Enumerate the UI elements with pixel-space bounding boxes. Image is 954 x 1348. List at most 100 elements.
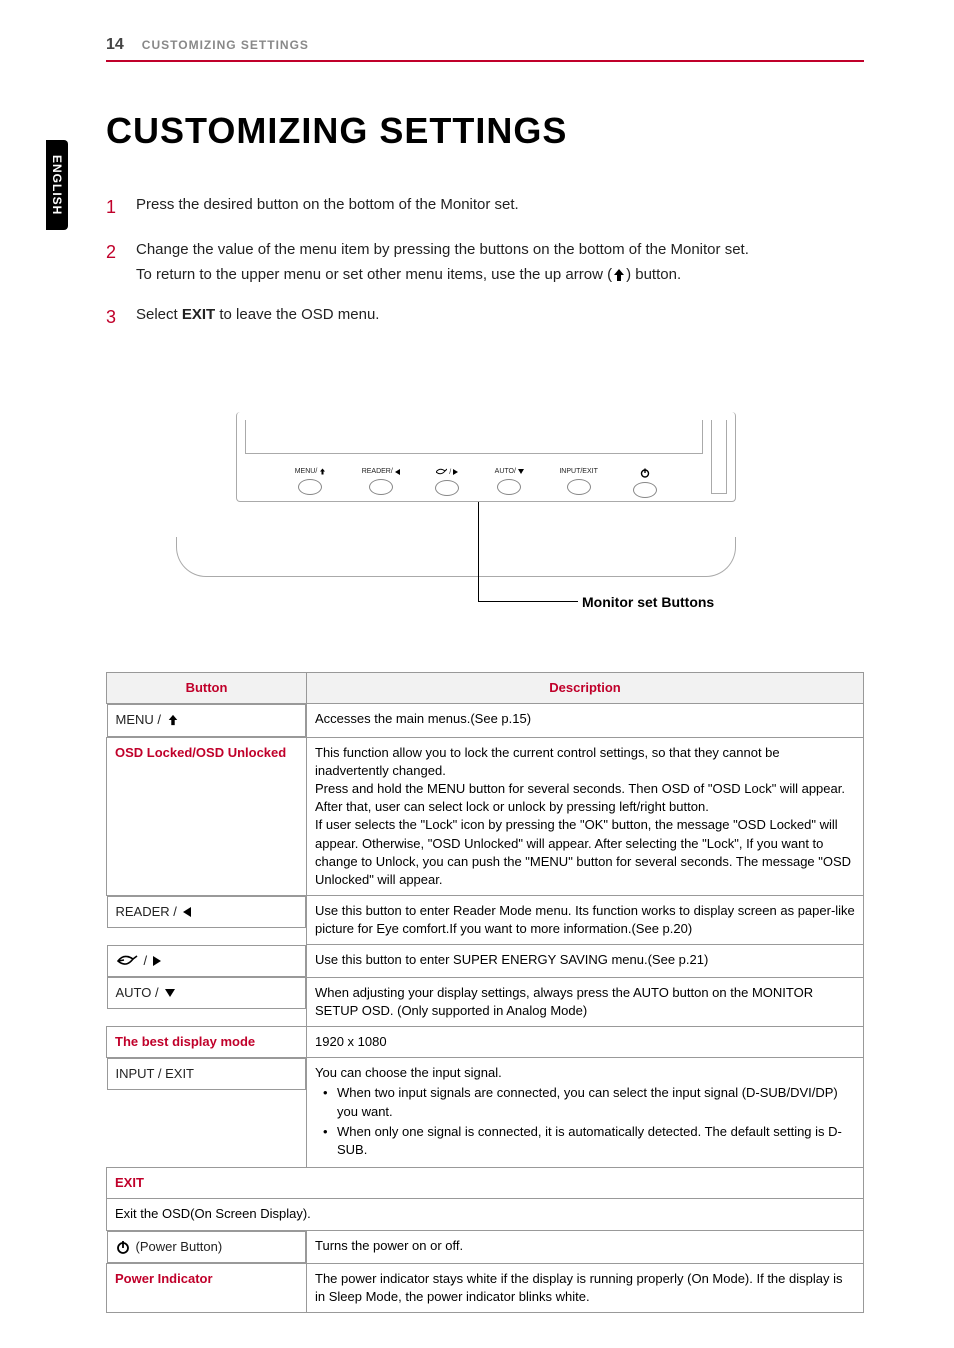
auto-button-figure: AUTO/ <box>495 468 524 498</box>
eco-desc: Use this button to enter SUPER ENERGY SA… <box>307 945 864 977</box>
eco-row-label: / <box>107 945 307 977</box>
reader-button-label: READER/ <box>362 468 400 475</box>
button-description-table: Button Description MENU / Accesses the m… <box>106 672 864 1313</box>
button-shape <box>435 480 459 496</box>
table-row: OSD Locked/OSD Unlocked This function al… <box>107 737 864 896</box>
page-content: CUSTOMIZING SETTINGS 1 Press the desired… <box>106 110 864 1313</box>
reader-button-figure: READER/ <box>362 468 400 498</box>
input-row-label: INPUT / EXIT <box>107 1058 307 1090</box>
table-row: EXIT <box>107 1168 864 1199</box>
table-row: AUTO / When adjusting your display setti… <box>107 977 864 1026</box>
exit-label: EXIT <box>107 1168 864 1199</box>
table-row: The best display mode 1920 x 1080 <box>107 1027 864 1058</box>
step-number: 2 <box>106 237 122 288</box>
power-indicator-desc: The power indicator stays white if the d… <box>307 1263 864 1312</box>
monitor-outline <box>176 537 736 577</box>
reader-row-label: READER / <box>107 896 307 928</box>
up-arrow-icon <box>167 714 179 726</box>
power-icon <box>640 468 650 478</box>
power-desc1: Turns the power on or off. <box>307 1230 864 1263</box>
osd-lock-desc: This function allow you to lock the curr… <box>307 737 864 896</box>
triangle-down-icon <box>518 469 524 474</box>
main-title: CUSTOMIZING SETTINGS <box>106 110 864 152</box>
table-header-row: Button Description <box>107 673 864 704</box>
callout-line-h <box>478 601 578 602</box>
step-3: 3 Select EXIT to leave the OSD menu. <box>106 302 864 333</box>
step-number: 3 <box>106 302 122 333</box>
up-arrow-icon <box>612 268 626 282</box>
header-section: CUSTOMIZING SETTINGS <box>142 38 309 52</box>
menu-button-figure: MENU/ <box>295 468 327 498</box>
leaf-icon <box>116 954 138 968</box>
best-mode-value: 1920 x 1080 <box>307 1027 864 1058</box>
auto-row-label: AUTO / <box>107 977 307 1009</box>
monitor-bezel: MENU/ READER/ / AUTO/ INPUT/EXIT <box>236 412 736 502</box>
triangle-down-icon <box>165 989 175 997</box>
list-item: When only one signal is connected, it is… <box>323 1123 855 1159</box>
step2-line2a: To return to the upper menu or set other… <box>136 266 612 283</box>
step2-line1: Change the value of the menu item by pre… <box>136 241 749 258</box>
osd-lock-label: OSD Locked/OSD Unlocked <box>107 737 307 896</box>
step3-bold: EXIT <box>182 306 215 323</box>
power-indicator-label: Power Indicator <box>107 1263 307 1312</box>
exit-desc: Exit the OSD(On Screen Display). <box>107 1199 864 1230</box>
step3-suffix: to leave the OSD menu. <box>215 306 379 323</box>
button-shape <box>633 482 657 498</box>
up-arrow-icon <box>319 468 326 475</box>
input-intro: You can choose the input signal. <box>315 1065 502 1080</box>
table-row: READER / Use this button to enter Reader… <box>107 896 864 945</box>
triangle-left-icon <box>395 469 400 475</box>
best-mode-label: The best display mode <box>107 1027 307 1058</box>
page-header: 14 CUSTOMIZING SETTINGS <box>106 36 864 62</box>
power-row-label: (Power Button) <box>107 1231 307 1263</box>
table-row: / Use this button to enter SUPER ENERGY … <box>107 945 864 977</box>
step-1: 1 Press the desired button on the bottom… <box>106 192 864 223</box>
input-bullets: When two input signals are connected, yo… <box>315 1084 855 1159</box>
menu-button-label: MENU/ <box>295 468 327 475</box>
header-button: Button <box>107 673 307 704</box>
auto-desc: When adjusting your display settings, al… <box>307 977 864 1026</box>
monitor-buttons-row: MENU/ READER/ / AUTO/ INPUT/EXIT <box>277 468 675 498</box>
eco-button-figure: / <box>435 468 459 498</box>
table-row: Power Indicator The power indicator stay… <box>107 1263 864 1312</box>
table-row: Exit the OSD(On Screen Display). <box>107 1199 864 1230</box>
step3-prefix: Select <box>136 306 182 323</box>
leaf-icon <box>436 468 447 476</box>
input-button-figure: INPUT/EXIT <box>559 468 598 498</box>
triangle-left-icon <box>183 907 191 917</box>
power-button-label <box>640 468 650 478</box>
input-button-label: INPUT/EXIT <box>559 468 598 475</box>
header-description: Description <box>307 673 864 704</box>
callout-line <box>478 502 479 602</box>
table-row: INPUT / EXIT You can choose the input si… <box>107 1058 864 1168</box>
table-row: MENU / Accesses the main menus.(See p.15… <box>107 704 864 737</box>
callout-label: Monitor set Buttons <box>582 594 714 610</box>
button-shape <box>497 479 521 495</box>
button-shape <box>369 479 393 495</box>
step-text: Select EXIT to leave the OSD menu. <box>136 302 864 333</box>
auto-button-label: AUTO/ <box>495 468 524 475</box>
list-item: When two input signals are connected, yo… <box>323 1084 855 1120</box>
power-button-figure <box>633 468 657 498</box>
bezel-side <box>711 420 727 494</box>
triangle-right-icon <box>153 956 161 966</box>
steps-list: 1 Press the desired button on the bottom… <box>106 192 864 332</box>
step2-line2b: ) button. <box>626 266 681 283</box>
bezel-inner <box>245 420 703 454</box>
reader-desc: Use this button to enter Reader Mode men… <box>307 896 864 945</box>
button-shape <box>298 479 322 495</box>
table-row: (Power Button) Turns the power on or off… <box>107 1230 864 1263</box>
monitor-figure: MENU/ READER/ / AUTO/ INPUT/EXIT <box>106 372 864 632</box>
step-number: 1 <box>106 192 122 223</box>
menu-row-label: MENU / <box>107 704 307 736</box>
step-2: 2 Change the value of the menu item by p… <box>106 237 864 288</box>
step-text: Change the value of the menu item by pre… <box>136 237 864 288</box>
input-desc: You can choose the input signal. When tw… <box>307 1058 864 1168</box>
page-number: 14 <box>106 36 124 54</box>
language-tab: ENGLISH <box>46 140 68 230</box>
power-icon <box>116 1240 130 1254</box>
eco-button-label: / <box>436 468 458 476</box>
triangle-right-icon <box>453 469 458 475</box>
button-shape <box>567 479 591 495</box>
menu-desc1: Accesses the main menus.(See p.15) <box>307 704 864 737</box>
